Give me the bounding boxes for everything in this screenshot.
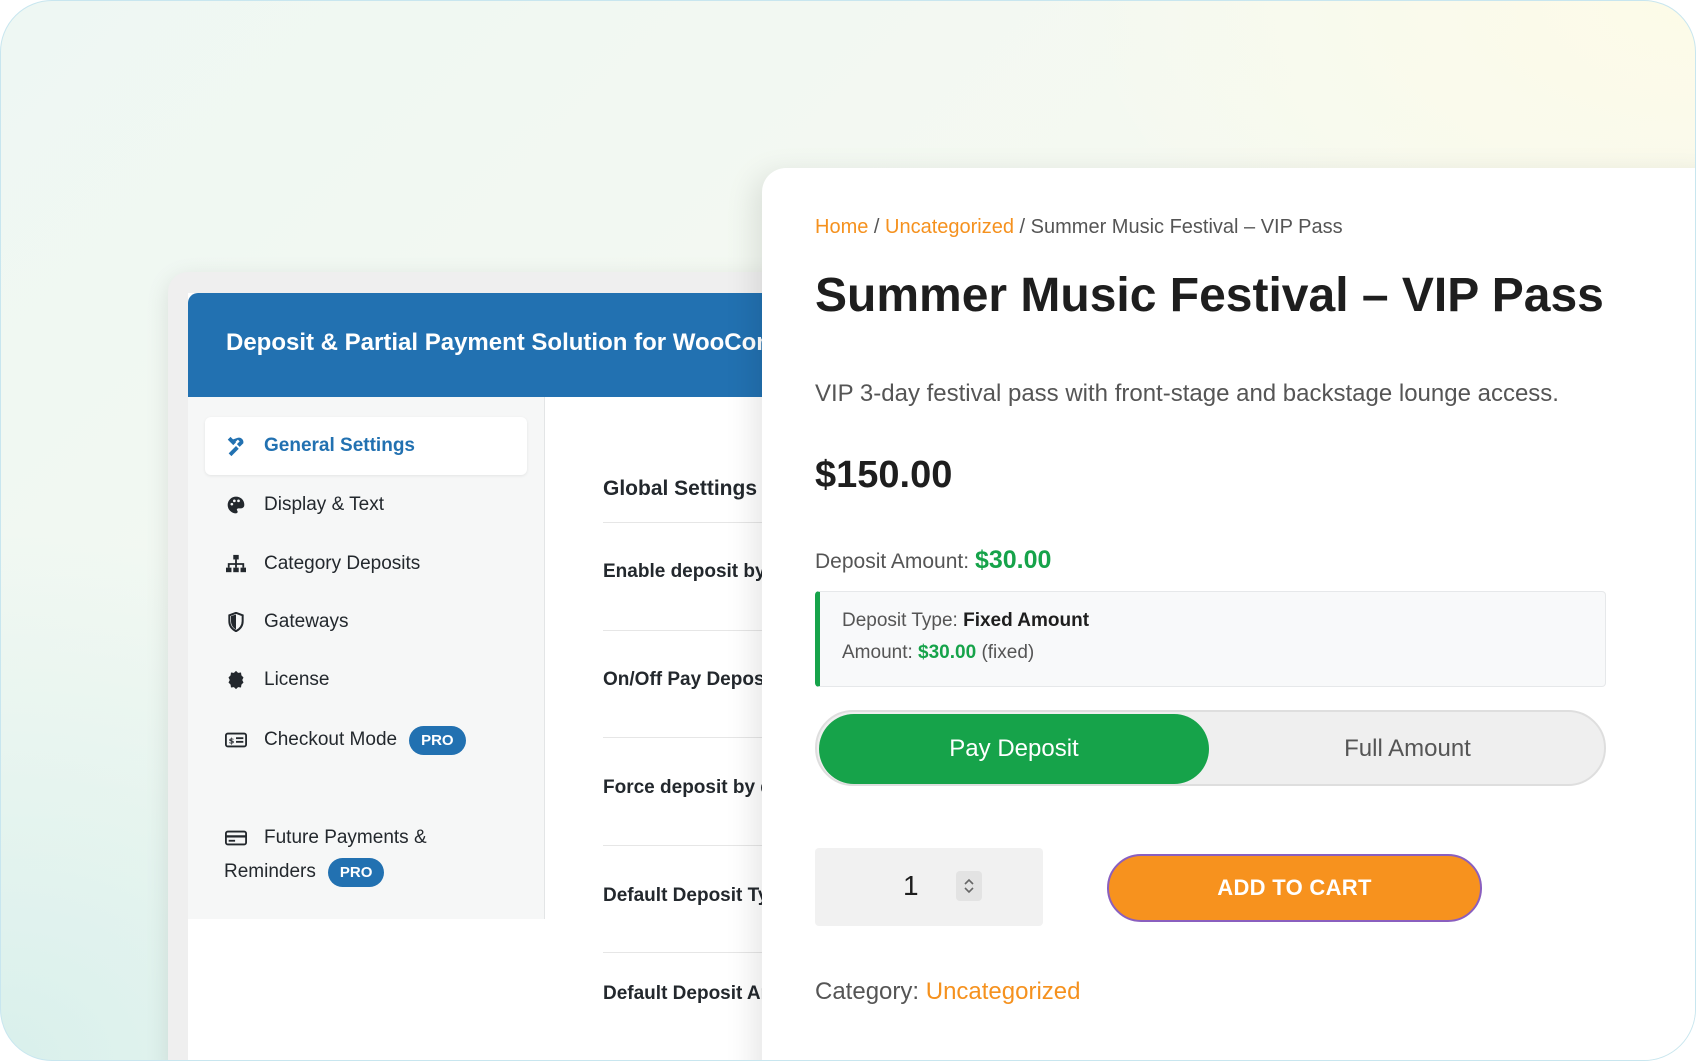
sidebar-item-future-payments[interactable]: Future Payments & Reminders PRO [205, 823, 527, 909]
sidebar-item-label: Gateways [264, 611, 349, 632]
divider [603, 737, 788, 738]
shield-icon [224, 610, 248, 634]
product-category-line: Category: Uncategorized [815, 978, 1081, 1006]
breadcrumb: Home / Uncategorized / Summer Music Fest… [815, 216, 1343, 239]
setting-default-deposit-type-label: Default Deposit Type [603, 885, 788, 906]
setting-onoff-pay-deposit-label: On/Off Pay Deposit [603, 669, 777, 690]
setting-enable-deposit-label: Enable deposit by default [603, 561, 788, 582]
deposit-type-label: Deposit Type: [842, 610, 958, 631]
quantity-stepper[interactable]: 1 [815, 848, 1043, 926]
product-description: VIP 3-day festival pass with front-stage… [815, 380, 1559, 407]
deposit-type-line: Deposit Type: Fixed Amount [842, 610, 1605, 642]
deposit-amount-line: Deposit Amount: $30.00 [815, 546, 1051, 575]
pro-badge: PRO [327, 857, 385, 887]
admin-settings-content: Global Settings Enable deposit by defaul… [545, 397, 788, 1060]
money-icon: $ [224, 728, 248, 752]
svg-text:$: $ [229, 736, 235, 746]
pay-deposit-button[interactable]: Pay Deposit [819, 714, 1209, 784]
product-title: Summer Music Festival – VIP Pass [815, 269, 1604, 322]
deposit-type-value: Fixed Amount [963, 610, 1090, 631]
sidebar-item-label: General Settings [264, 435, 415, 456]
deposit-amount-label: Deposit Amount: [815, 550, 970, 573]
breadcrumb-separator: / [1014, 216, 1031, 238]
add-to-cart-button[interactable]: ADD TO CART [1107, 854, 1482, 922]
sidebar-item-label-line2: Reminders [224, 861, 316, 882]
sidebar-item-display-text[interactable]: Display & Text [205, 476, 527, 534]
section-title-global-settings: Global Settings [603, 477, 758, 500]
amount-suffix: (fixed) [981, 642, 1035, 663]
setting-default-deposit-amount-label: Default Deposit Amount [603, 983, 788, 1004]
breadcrumb-current: Summer Music Festival – VIP Pass [1030, 216, 1343, 238]
deposit-info-box: Deposit Type: Fixed Amount Amount: $30.0… [815, 591, 1606, 687]
full-amount-button[interactable]: Full Amount [1211, 714, 1604, 784]
divider [603, 845, 788, 846]
payment-option-toggle: Pay Deposit Full Amount [815, 710, 1606, 786]
breadcrumb-home-link[interactable]: Home [815, 216, 868, 238]
background-canvas: Deposit & Partial Payment Solution for W… [0, 0, 1696, 1061]
breadcrumb-category-link[interactable]: Uncategorized [885, 216, 1014, 238]
tools-icon [224, 434, 248, 458]
admin-header: Deposit & Partial Payment Solution for W… [188, 293, 788, 397]
deposit-fixed-amount-line: Amount: $30.00 (fixed) [842, 642, 1605, 674]
product-price: $150.00 [815, 454, 953, 496]
sidebar-item-label-line1: Future Payments & [264, 827, 427, 848]
card-icon [224, 826, 248, 850]
divider [603, 522, 788, 523]
sidebar-item-label: License [264, 669, 330, 690]
sidebar-item-label: Checkout Mode [264, 729, 398, 750]
sidebar-item-checkout-mode[interactable]: $ Checkout Mode PRO [205, 711, 527, 769]
divider [603, 630, 788, 631]
category-label: Category: [815, 978, 920, 1005]
product-page-card: Home / Uncategorized / Summer Music Fest… [762, 168, 1695, 1060]
palette-icon [224, 493, 248, 517]
sidebar-item-label: Category Deposits [264, 553, 421, 574]
breadcrumb-separator: / [868, 216, 886, 238]
chevron-down-icon[interactable] [963, 886, 975, 895]
amount-value: $30.00 [918, 642, 977, 663]
admin-settings-panel: Deposit & Partial Payment Solution for W… [188, 293, 788, 1060]
admin-sidebar: General Settings Display & Text Category… [188, 397, 545, 919]
pro-badge: PRO [409, 725, 466, 755]
sidebar-item-general-settings[interactable]: General Settings [205, 417, 527, 475]
chevron-up-icon[interactable] [963, 877, 975, 886]
sidebar-item-category-deposits[interactable]: Category Deposits [205, 535, 527, 593]
sitemap-icon [224, 552, 248, 576]
amount-label: Amount: [842, 642, 913, 663]
admin-header-title: Deposit & Partial Payment Solution for W… [226, 329, 788, 356]
divider [603, 952, 788, 953]
deposit-amount-value: $30.00 [974, 546, 1052, 574]
setting-force-deposit-label: Force deposit by default [603, 777, 788, 798]
quantity-value: 1 [903, 870, 919, 901]
sidebar-item-gateways[interactable]: Gateways [205, 593, 527, 651]
category-link[interactable]: Uncategorized [926, 978, 1081, 1005]
sidebar-item-label: Display & Text [264, 494, 385, 515]
sidebar-item-license[interactable]: License [205, 651, 527, 709]
quantity-spinner[interactable] [956, 871, 982, 901]
badge-icon [224, 668, 248, 692]
